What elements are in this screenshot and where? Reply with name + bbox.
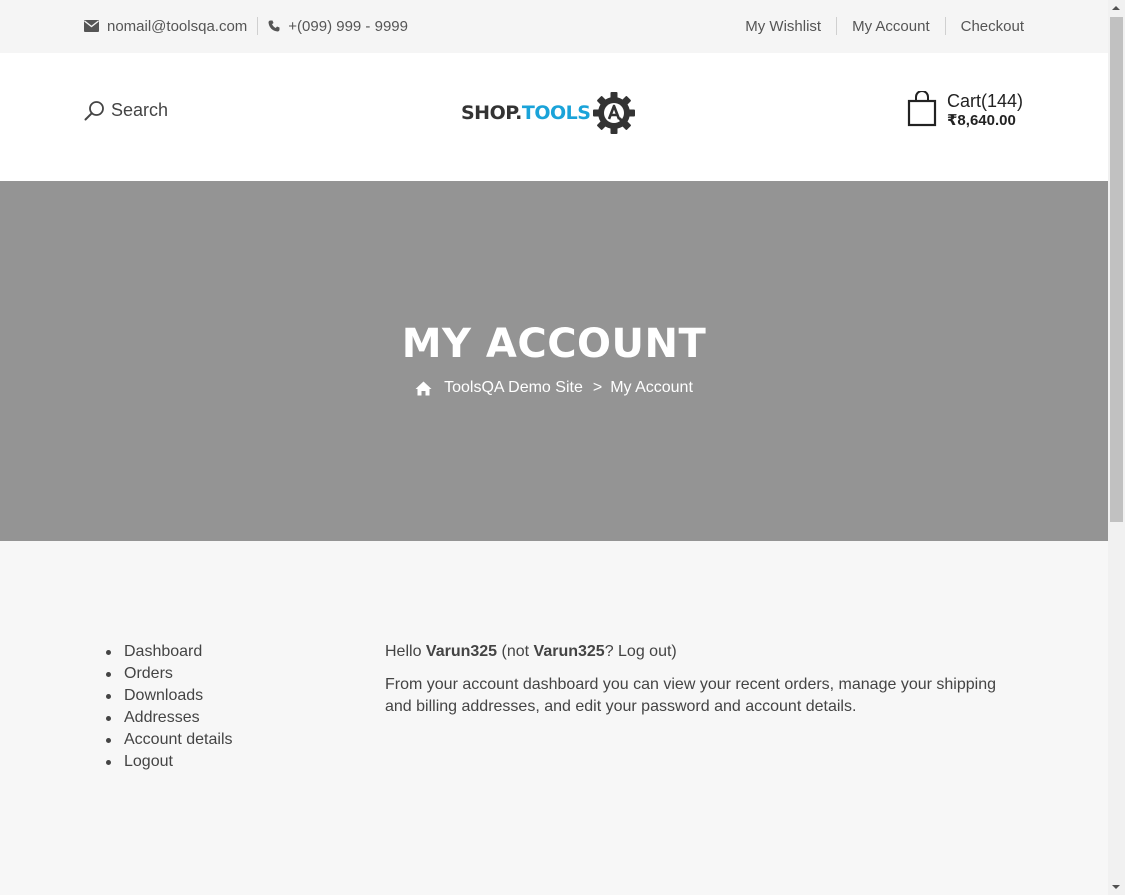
nav-dashboard[interactable]: Dashboard <box>124 643 202 660</box>
scroll-down-icon[interactable] <box>1112 885 1120 889</box>
not-username: Varun325 <box>533 643 605 660</box>
site-logo[interactable]: SHOP. TOOLS <box>461 90 637 136</box>
breadcrumb-home[interactable]: ToolsQA Demo Site <box>444 379 583 397</box>
account-nav-item: Addresses <box>106 707 233 729</box>
search-icon <box>84 101 104 121</box>
breadcrumb: ToolsQA Demo Site > My Account <box>0 379 1108 397</box>
scrollbar-thumb[interactable] <box>1110 17 1123 522</box>
envelope-icon <box>84 20 99 32</box>
logo-shop-text: SHOP. <box>461 102 522 124</box>
scroll-up-icon[interactable] <box>1112 6 1120 10</box>
gear-icon <box>593 92 636 134</box>
breadcrumb-separator: > <box>592 379 603 396</box>
cart-total: ₹8,640.00 <box>947 112 1016 129</box>
breadcrumb-current: My Account <box>610 379 693 396</box>
page-banner: MY ACCOUNT ToolsQA Demo Site > My Accoun… <box>0 181 1108 541</box>
phone-icon <box>268 20 280 32</box>
cart-text: Cart(144) ₹8,640.00 <box>947 91 1023 131</box>
account-nav-item: Downloads <box>106 685 233 707</box>
nav-orders[interactable]: Orders <box>124 665 173 682</box>
divider <box>944 17 946 35</box>
not-user-prefix: (not <box>497 643 534 660</box>
email-text: nomail@toolsqa.com <box>107 17 248 35</box>
nav-downloads[interactable]: Downloads <box>124 687 203 704</box>
top-links: My Wishlist My Account Checkout <box>745 17 1024 35</box>
shopping-bag-icon <box>907 91 937 127</box>
divider <box>257 17 259 35</box>
nav-logout[interactable]: Logout <box>124 753 173 770</box>
greeting-prefix: Hello <box>385 643 426 660</box>
account-nav-item: Account details <box>106 729 233 751</box>
search-label: Search <box>111 100 169 120</box>
phone-item[interactable]: +(099) 999 - 9999 <box>268 18 408 35</box>
nav-addresses[interactable]: Addresses <box>124 709 200 726</box>
page-title: MY ACCOUNT <box>401 321 707 367</box>
top-bar: nomail@toolsqa.com +(099) 999 - 9999 My … <box>0 0 1108 53</box>
email-item[interactable]: nomail@toolsqa.com <box>84 18 247 35</box>
home-icon[interactable] <box>415 381 432 396</box>
site-header: Search SHOP. TOOLS Cart(144) ₹8,640.00 <box>0 53 1108 181</box>
contact-info: nomail@toolsqa.com +(099) 999 - 9999 <box>84 17 408 35</box>
account-navigation: Dashboard Orders Downloads Addresses Acc… <box>106 641 233 773</box>
phone-text: +(099) 999 - 9999 <box>288 17 408 35</box>
cart-widget[interactable]: Cart(144) ₹8,640.00 <box>906 91 1023 131</box>
cart-count: Cart(144) <box>947 91 1024 111</box>
logo-tools-text: TOOLS <box>521 102 591 124</box>
divider <box>836 17 838 35</box>
search-button[interactable]: Search <box>84 100 168 121</box>
scrollbar[interactable] <box>1108 0 1125 895</box>
dashboard-description: From your account dashboard you can view… <box>385 676 996 715</box>
account-nav-item: Orders <box>106 663 233 685</box>
wishlist-link[interactable]: My Wishlist <box>745 18 821 35</box>
dashboard-content: Hello Varun325 (not Varun325? Log out) F… <box>385 641 1025 718</box>
logout-link[interactable]: ? Log out) <box>605 643 677 660</box>
account-nav-item: Logout <box>106 751 233 773</box>
username: Varun325 <box>425 643 498 660</box>
my-account-link[interactable]: My Account <box>852 18 930 35</box>
greeting: Hello Varun325 (not Varun325? Log out) <box>385 641 1025 663</box>
checkout-link[interactable]: Checkout <box>961 18 1024 35</box>
account-nav-item: Dashboard <box>106 641 233 663</box>
nav-account-details[interactable]: Account details <box>124 731 233 748</box>
